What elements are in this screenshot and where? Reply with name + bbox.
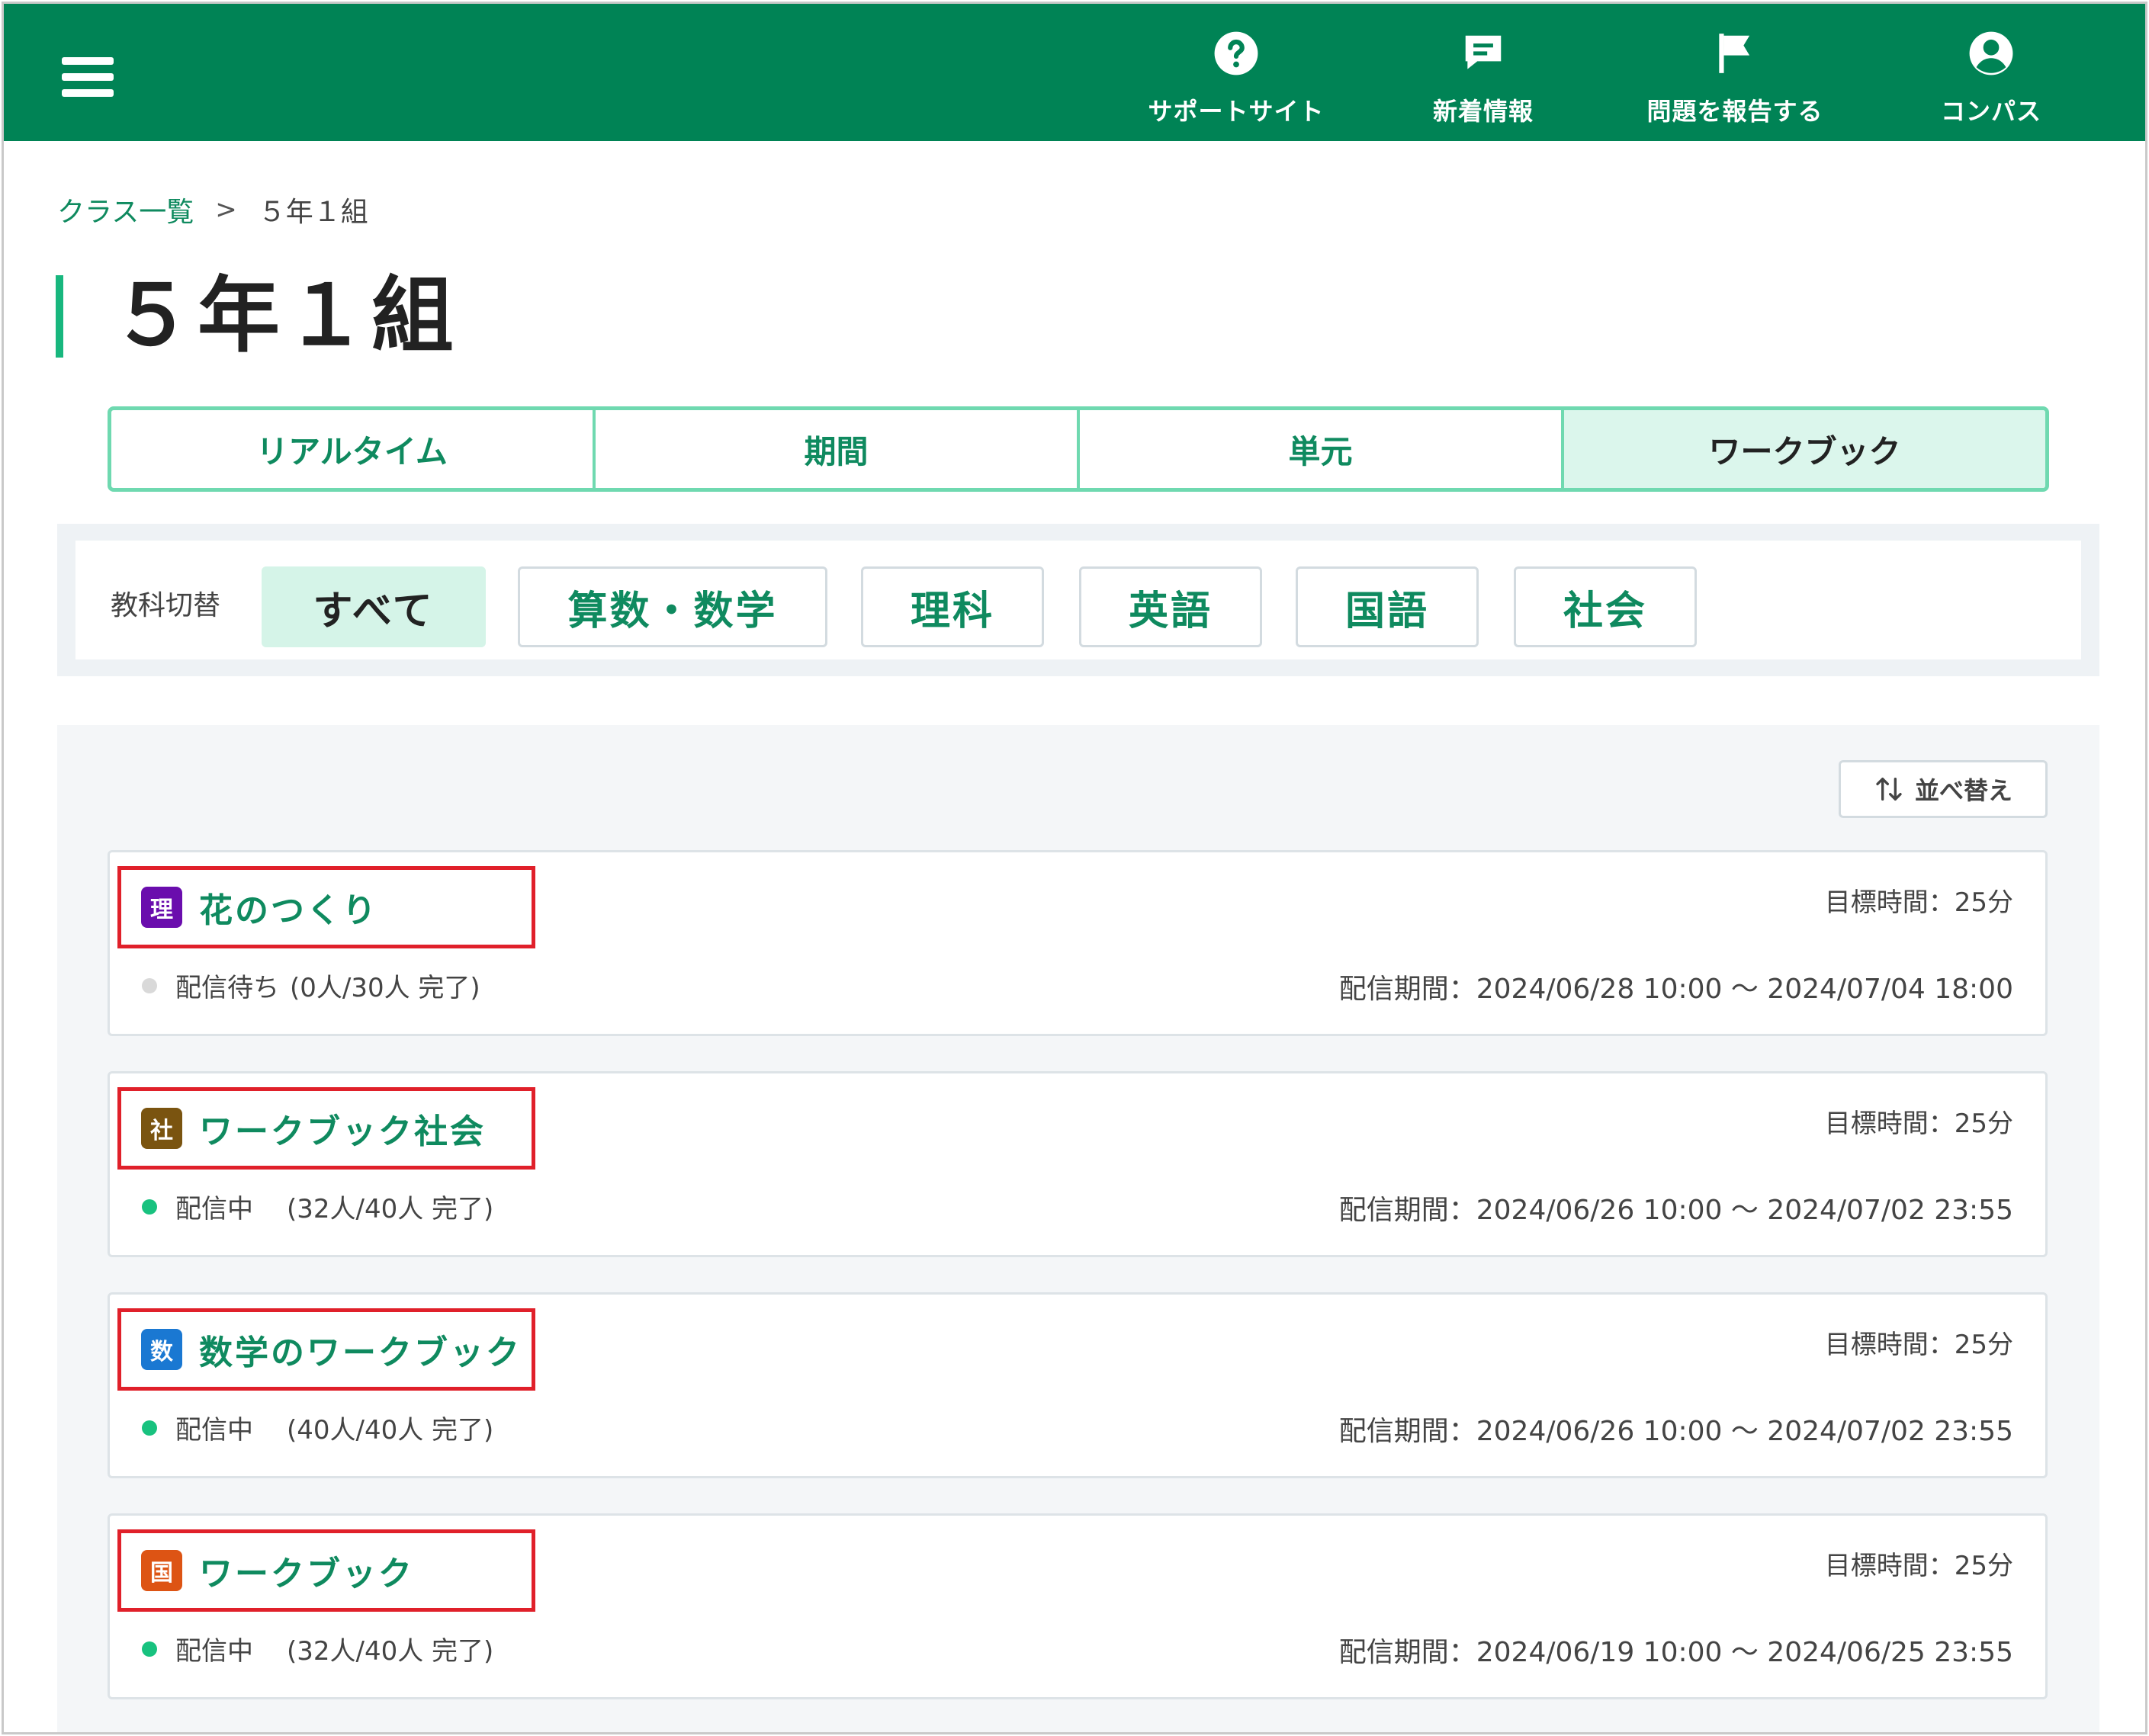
flag-icon xyxy=(1719,34,1750,73)
status-text: 配信中 xyxy=(175,1636,253,1667)
completion-count: (32人/40人 完了) xyxy=(287,1636,494,1667)
delivery-period: 配信期間：2024/06/28 10:00 ～ 2024/07/04 18:00 xyxy=(1338,974,2013,1005)
tab-realtime[interactable]: リアルタイム xyxy=(111,410,596,488)
user-circle-icon xyxy=(1969,31,2013,75)
delivery-period: 配信期間：2024/06/26 10:00 ～ 2024/07/02 23:55 xyxy=(1338,1416,2013,1447)
page-title: ５年１組 xyxy=(111,268,459,364)
subject-filter-panel: 教科切替 すべて 算数・数学 理科 英語 国語 社会 xyxy=(57,524,2099,676)
nav-label: 新着情報 xyxy=(1432,97,1534,126)
status-text: 配信中 xyxy=(175,1194,253,1224)
nav-news[interactable]: 新着情報 xyxy=(1422,30,1544,129)
sort-icon xyxy=(1876,778,1902,801)
message-icon xyxy=(1465,35,1502,69)
completion-count: (0人/30人 完了) xyxy=(290,973,480,1003)
tab-period[interactable]: 期間 xyxy=(596,410,1080,488)
nav-label: サポートサイト xyxy=(1148,97,1325,126)
status-dot xyxy=(142,1641,157,1657)
subject-filter: 教科切替 すべて 算数・数学 理科 英語 国語 社会 xyxy=(75,541,2081,659)
subject-japanese-button[interactable]: 国語 xyxy=(1296,566,1479,647)
workbook-title-link[interactable]: 国 ワークブック xyxy=(117,1529,535,1612)
target-time: 目標時間：25分 xyxy=(1824,1551,2013,1581)
workbook-title: ワークブック xyxy=(199,1555,414,1593)
subject-badge: 社 xyxy=(141,1108,182,1149)
status-text: 配信待ち xyxy=(175,973,279,1003)
delivery-status: 配信中 (32人/40人 完了) xyxy=(142,1630,493,1667)
view-tabs: リアルタイム 期間 単元 ワークブック xyxy=(108,406,2049,492)
target-time: 目標時間：25分 xyxy=(1824,1330,2013,1360)
breadcrumb-current: ５年１組 xyxy=(258,197,368,228)
target-time: 目標時間：25分 xyxy=(1824,887,2013,918)
breadcrumb: クラス一覧 > ５年１組 xyxy=(57,190,368,229)
top-header: サポートサイト 新着情報 問題を報告する コンパス xyxy=(4,4,2145,141)
delivery-period: 配信期間：2024/06/19 10:00 ～ 2024/06/25 23:55 xyxy=(1338,1637,2013,1668)
nav-label: 問題を報告する xyxy=(1646,97,1823,126)
subject-math-button[interactable]: 算数・数学 xyxy=(518,566,827,647)
question-circle-icon xyxy=(1214,31,1258,75)
status-text: 配信中 xyxy=(175,1415,253,1446)
subject-badge: 数 xyxy=(141,1329,182,1370)
workbook-title-link[interactable]: 社 ワークブック社会 xyxy=(117,1087,535,1170)
delivery-status: 配信待ち (0人/30人 完了) xyxy=(142,967,480,1004)
workbook-title-link[interactable]: 数 数学のワークブック xyxy=(117,1308,535,1391)
delivery-status: 配信中 (40人/40人 完了) xyxy=(142,1409,493,1446)
subject-science-button[interactable]: 理科 xyxy=(861,566,1044,647)
breadcrumb-separator: > xyxy=(215,194,237,225)
delivery-period: 配信期間：2024/06/26 10:00 ～ 2024/07/02 23:55 xyxy=(1338,1195,2013,1226)
workbook-list-panel: 並べ替え 理 花のつくり 目標時間：25分 配信待ち (0人/30人 完了) 配… xyxy=(57,725,2099,1732)
nav-label: コンパス xyxy=(1940,97,2041,126)
delivery-status: 配信中 (32人/40人 完了) xyxy=(142,1188,493,1225)
tab-unit[interactable]: 単元 xyxy=(1080,410,1564,488)
completion-count: (32人/40人 完了) xyxy=(287,1194,494,1224)
sort-label: 並べ替え xyxy=(1914,776,2012,805)
workbook-title-link[interactable]: 理 花のつくり xyxy=(117,866,535,948)
sort-button[interactable]: 並べ替え xyxy=(1839,760,2048,818)
workbook-card: 数 数学のワークブック 目標時間：25分 配信中 (40人/40人 完了) 配信… xyxy=(108,1292,2048,1478)
workbook-title: ワークブック社会 xyxy=(199,1112,486,1151)
workbook-title: 花のつくり xyxy=(199,891,378,930)
status-dot xyxy=(142,1199,157,1215)
nav-report-problem[interactable]: 問題を報告する xyxy=(1643,30,1826,129)
status-dot xyxy=(142,977,157,993)
title-accent-bar xyxy=(56,275,63,358)
subject-all-button[interactable]: すべて xyxy=(262,566,486,647)
nav-support-site[interactable]: サポートサイト xyxy=(1145,30,1328,129)
breadcrumb-class-list-link[interactable]: クラス一覧 xyxy=(57,190,194,229)
subject-social-button[interactable]: 社会 xyxy=(1514,566,1697,647)
subject-badge: 国 xyxy=(141,1550,182,1591)
workbook-card: 理 花のつくり 目標時間：25分 配信待ち (0人/30人 完了) 配信期間：2… xyxy=(108,850,2048,1036)
target-time: 目標時間：25分 xyxy=(1824,1109,2013,1139)
subject-badge: 理 xyxy=(141,887,182,928)
menu-icon[interactable] xyxy=(62,57,114,97)
app-window: サポートサイト 新着情報 問題を報告する コンパス クラス一覧 > ５年１組 ５… xyxy=(2,2,2147,1734)
workbook-title: 数学のワークブック xyxy=(199,1333,522,1372)
subject-filter-label: 教科切替 xyxy=(111,590,221,621)
workbook-card: 社 ワークブック社会 目標時間：25分 配信中 (32人/40人 完了) 配信期… xyxy=(108,1071,2048,1257)
workbook-card: 国 ワークブック 目標時間：25分 配信中 (32人/40人 完了) 配信期間：… xyxy=(108,1513,2048,1699)
tab-workbook[interactable]: ワークブック xyxy=(1564,410,2045,488)
nav-compass[interactable]: コンパス xyxy=(1930,30,2052,129)
completion-count: (40人/40人 完了) xyxy=(287,1415,494,1446)
status-dot xyxy=(142,1420,157,1436)
subject-english-button[interactable]: 英語 xyxy=(1079,566,1262,647)
